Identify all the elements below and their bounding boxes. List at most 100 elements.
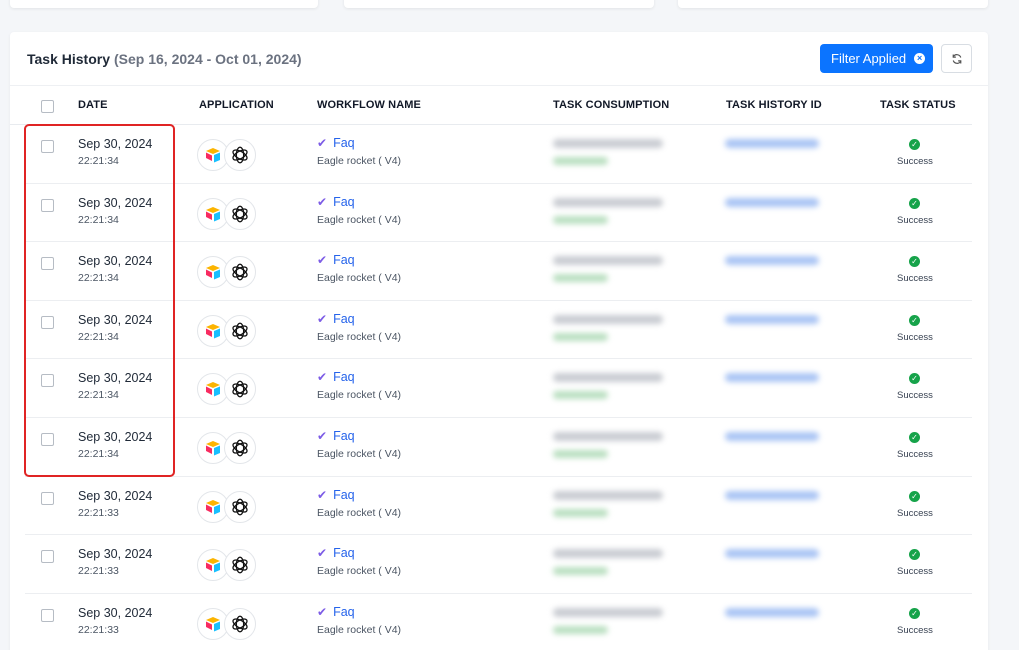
status-text: Success [897, 566, 933, 578]
task-history-id-link[interactable] [725, 139, 819, 148]
row-checkbox[interactable] [41, 433, 54, 446]
row-checkbox[interactable] [41, 608, 54, 622]
check-icon: ✔ [317, 194, 328, 209]
status-text: Success [897, 273, 933, 285]
task-history-id-link[interactable] [725, 256, 819, 266]
workflow-link[interactable]: ✔ Faq [317, 312, 355, 326]
success-check-icon: ✓ [909, 314, 920, 326]
row-date: Sep 30, 2024 [78, 430, 153, 444]
success-check-icon: ✓ [909, 256, 920, 268]
workflow-link[interactable]: ✔ Faq [317, 429, 355, 443]
table-row[interactable]: Sep 30, 2024 22:21:34 ✔ Faq Eagle rocket… [25, 301, 972, 360]
openai-icon [224, 197, 256, 230]
workflow-link[interactable]: ✔ Faq [317, 253, 355, 267]
row-checkbox[interactable] [41, 374, 54, 388]
workflow-name: Faq [333, 311, 355, 326]
success-check-icon: ✓ [909, 432, 920, 443]
openai-icon [224, 314, 256, 347]
workflow-link[interactable]: ✔ Faq [317, 370, 355, 384]
status-text: Success [897, 507, 933, 519]
table-row[interactable]: Sep 30, 2024 22:21:34 ✔ Faq Eagle rocket… [25, 184, 972, 243]
row-time: 22:21:33 [78, 623, 119, 636]
task-consumption-redacted-sub [553, 215, 608, 224]
success-check-icon: ✓ [909, 197, 920, 209]
task-history-id-link[interactable] [725, 490, 819, 500]
col-task-status: TASK STATUS [880, 99, 956, 111]
task-consumption-redacted-sub [553, 508, 608, 517]
select-all-checkbox[interactable] [41, 100, 54, 113]
workflow-name: Faq [333, 604, 355, 619]
row-checkbox[interactable] [41, 198, 54, 212]
status-text: Success [897, 156, 933, 167]
summary-card-3 [678, 0, 988, 8]
row-date: Sep 30, 2024 [78, 137, 153, 151]
summary-card-2 [344, 0, 654, 8]
task-consumption-redacted-sub [553, 625, 608, 634]
check-icon: ✔ [317, 136, 328, 150]
success-check-icon: ✓ [909, 607, 920, 619]
workflow-subtitle: Eagle rocket ( V4) [317, 272, 402, 285]
status-text: Success [897, 214, 933, 226]
table-row[interactable]: Sep 30, 2024 22:21:34 ✔ Faq Eagle rocket… [25, 359, 972, 418]
workflow-subtitle: Eagle rocket ( V4) [317, 155, 402, 167]
status-text: Success [897, 390, 933, 402]
row-date: Sep 30, 2024 [78, 488, 153, 503]
openai-icon [224, 607, 256, 640]
row-time: 22:21:34 [78, 389, 119, 402]
task-consumption-redacted [553, 490, 663, 500]
row-date: Sep 30, 2024 [78, 254, 153, 269]
row-date: Sep 30, 2024 [78, 371, 153, 386]
workflow-link[interactable]: ✔ Faq [317, 605, 355, 619]
task-consumption-redacted-sub [553, 274, 608, 283]
workflow-subtitle: Eagle rocket ( V4) [317, 623, 402, 636]
table-row[interactable]: Sep 30, 2024 22:21:34 ✔ Faq Eagle rocket… [25, 242, 972, 301]
task-history-panel: Task History (Sep 16, 2024 - Oct 01, 202… [10, 32, 988, 650]
col-application: APPLICATION [199, 99, 274, 111]
row-date: Sep 30, 2024 [78, 195, 153, 210]
table-row[interactable]: Sep 30, 2024 22:21:34 ✔ Faq Eagle rocket… [25, 125, 972, 184]
workflow-link[interactable]: ✔ Faq [317, 136, 355, 150]
col-task-history-id: TASK HISTORY ID [726, 99, 822, 111]
workflow-link[interactable]: ✔ Faq [317, 195, 355, 209]
table-header: DATE APPLICATION WORKFLOW NAME TASK CONS… [10, 86, 972, 125]
task-history-id-link[interactable] [725, 314, 819, 324]
task-consumption-redacted-sub [553, 450, 608, 458]
status-text: Success [897, 449, 933, 460]
table-row[interactable]: Sep 30, 2024 22:21:34 ✔ Faq Eagle rocket… [25, 418, 972, 477]
date-range: (Sep 16, 2024 - Oct 01, 2024) [114, 50, 302, 67]
table-row[interactable]: Sep 30, 2024 22:21:33 ✔ Faq Eagle rocket… [25, 594, 972, 650]
success-check-icon: ✓ [909, 373, 920, 385]
page-title: Task History [27, 50, 110, 67]
success-check-icon: ✓ [909, 549, 920, 561]
filter-button-label: Filter Applied [831, 51, 907, 66]
panel-header: Task History (Sep 16, 2024 - Oct 01, 202… [10, 32, 988, 86]
workflow-link[interactable]: ✔ Faq [317, 488, 355, 502]
task-history-id-link[interactable] [725, 373, 819, 383]
task-history-id-link[interactable] [725, 549, 819, 559]
close-icon[interactable]: × [914, 53, 926, 64]
row-time: 22:21:34 [78, 213, 119, 226]
task-history-id-link[interactable] [725, 432, 819, 441]
row-checkbox[interactable] [41, 550, 54, 564]
row-checkbox[interactable] [41, 257, 54, 271]
task-consumption-redacted [553, 139, 663, 148]
openai-icon [224, 490, 256, 523]
success-check-icon: ✓ [909, 490, 920, 502]
workflow-name: Faq [333, 546, 355, 561]
row-checkbox[interactable] [41, 491, 54, 505]
task-history-id-link[interactable] [725, 197, 819, 207]
task-consumption-redacted [553, 373, 663, 383]
table-row[interactable]: Sep 30, 2024 22:21:33 ✔ Faq Eagle rocket… [25, 477, 972, 536]
task-consumption-redacted [553, 256, 663, 266]
row-checkbox[interactable] [41, 140, 54, 153]
task-history-id-link[interactable] [725, 607, 819, 617]
col-date: DATE [78, 99, 108, 111]
table-row[interactable]: Sep 30, 2024 22:21:33 ✔ Faq Eagle rocket… [25, 535, 972, 594]
row-checkbox[interactable] [41, 315, 54, 329]
refresh-button[interactable] [941, 44, 972, 73]
workflow-subtitle: Eagle rocket ( V4) [317, 213, 402, 226]
filter-applied-button[interactable]: Filter Applied × [820, 44, 933, 73]
workflow-subtitle: Eagle rocket ( V4) [317, 448, 402, 460]
workflow-link[interactable]: ✔ Faq [317, 546, 355, 560]
task-consumption-redacted [553, 549, 663, 559]
